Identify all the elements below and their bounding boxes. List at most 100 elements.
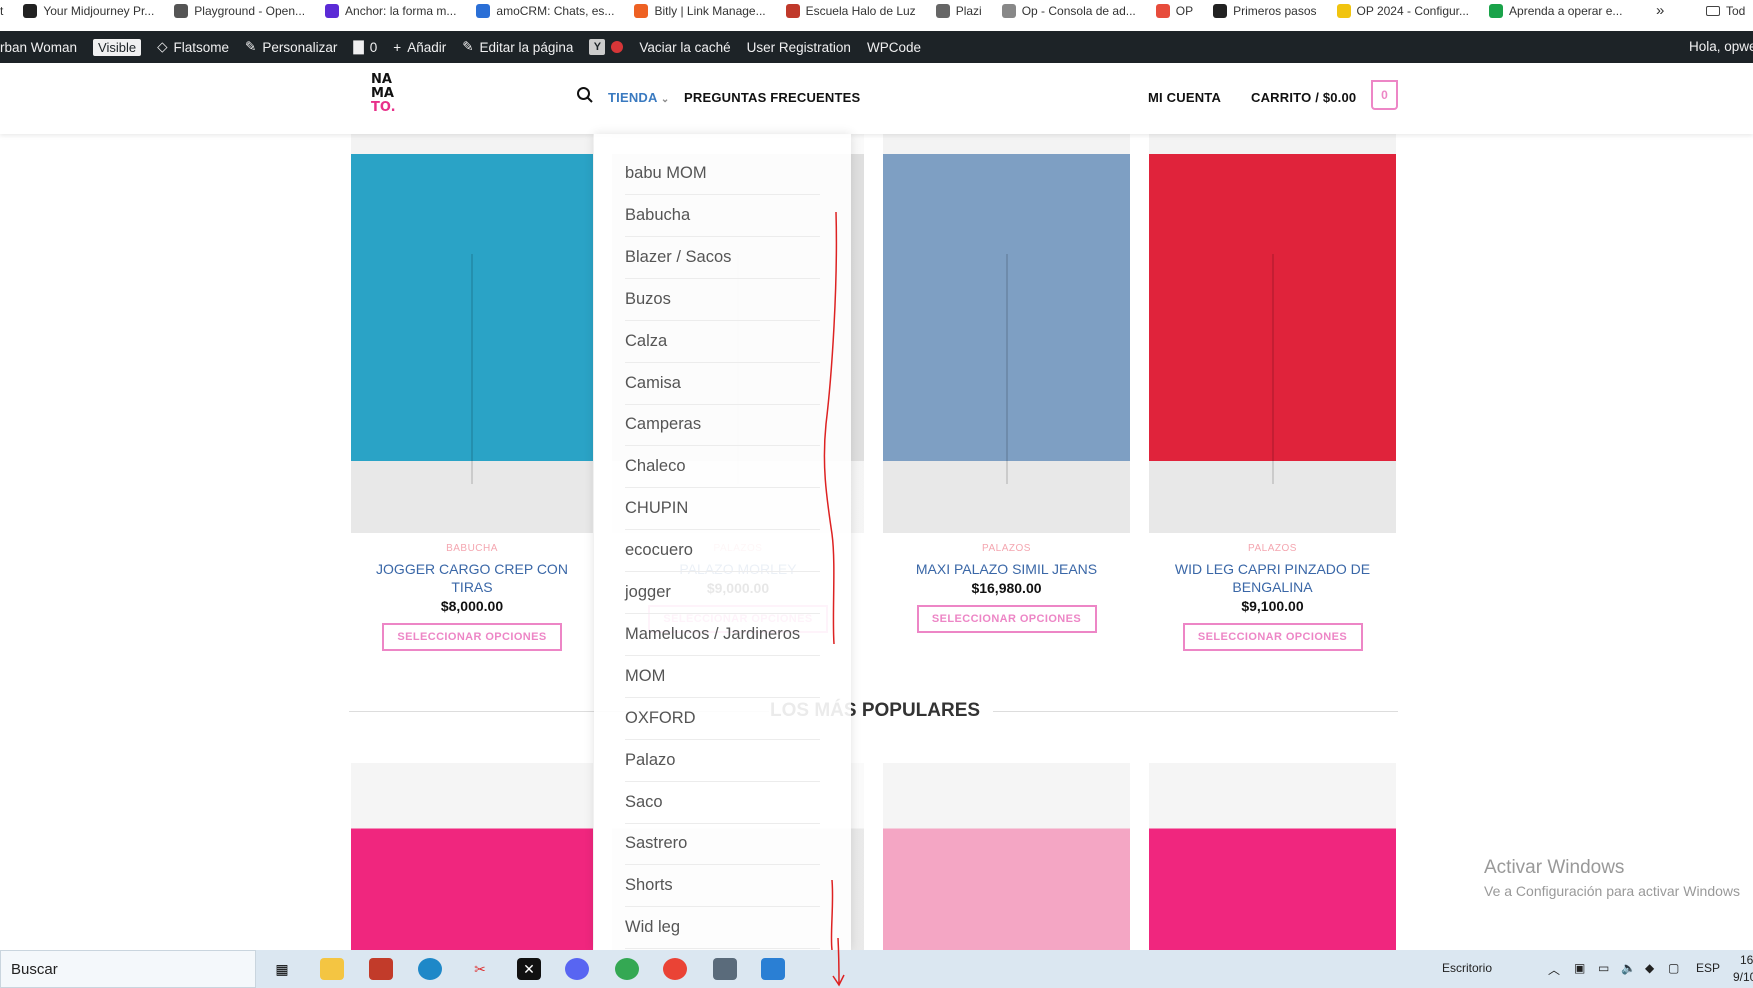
store-app-icon[interactable] [369,958,393,980]
popular-product-image[interactable] [351,763,593,950]
desktop-label[interactable]: Escritorio [1442,961,1492,975]
tray-chevron-icon[interactable]: ︿ [1548,961,1560,978]
task-view-icon[interactable]: ▦ [270,958,294,980]
bookmarks-overflow-icon[interactable]: » [1656,2,1664,19]
dropdown-category-item[interactable]: OXFORD [625,698,820,740]
bookmark-item[interactable]: OP [1155,4,1193,18]
admin-site-name[interactable]: rban Woman [0,40,77,55]
bookmark-favicon-icon [634,4,649,18]
product-title-line: WID LEG CAPRI PINZADO DE [1174,561,1371,577]
brush-icon: ✎ [245,39,257,54]
dropdown-category-item[interactable]: Babucha [625,195,820,237]
product-title[interactable]: MAXI PALAZO SIMIL JEANS [883,560,1130,578]
bookmark-item[interactable]: Plazi [935,4,982,18]
select-options-button[interactable]: SELECCIONAR OPCIONES [382,623,562,651]
dropdown-category-item[interactable]: Chaleco [625,446,820,489]
product-category[interactable]: PALAZOS [883,543,1130,554]
edit-page-menu[interactable]: ✎ Editar la página [462,39,573,55]
comments-menu[interactable]: ▇ 0 [353,39,377,55]
photos-icon[interactable] [761,958,785,980]
yoast-menu[interactable]: Y [589,39,624,55]
bookmark-item[interactable]: Op - Consola de ad... [1001,4,1136,18]
language-indicator[interactable]: ESP [1696,961,1720,975]
taskbar-search[interactable]: Buscar [0,950,256,988]
clock-date[interactable]: 9/10 [1733,970,1753,984]
snipping-tool-icon[interactable]: ✂ [468,958,492,980]
dropdown-category-item[interactable]: Camperas [625,404,820,447]
site-logo[interactable]: NA MA TO. [371,73,396,115]
cart-icon[interactable]: 0 [1371,80,1398,110]
network-icon[interactable]: ▣ [1574,961,1585,975]
dropdown-category-item[interactable]: jogger [625,572,820,614]
dropdown-category-item[interactable]: Wid leg [625,907,820,950]
dropdown-category-item[interactable]: Shorts [625,865,820,908]
dropdown-category-item[interactable]: babu MOM [625,153,820,195]
file-explorer-icon[interactable] [320,958,344,980]
edge-icon[interactable] [418,958,442,980]
flatsome-menu[interactable]: ◇ Flatsome [157,39,229,55]
product-category[interactable]: BABUCHA [351,543,593,554]
wpcode-label: WPCode [866,39,921,55]
clock-time[interactable]: 16 [1740,953,1753,967]
select-options-button[interactable]: SELECCIONAR OPCIONES [1182,623,1363,651]
bookmark-item[interactable]: Primeros pasos [1213,4,1317,18]
product-title[interactable]: WID LEG CAPRI PINZADO DE BENGALINA [1149,560,1396,596]
bookmark-item[interactable]: amoCRM: Chats, es... [476,4,614,18]
display-icon[interactable]: ▢ [1668,961,1679,975]
admin-greeting[interactable]: Hola, opwe [1689,39,1753,54]
nav-faq[interactable]: PREGUNTAS FRECUENTES [684,90,860,105]
bookmark-item[interactable]: Bitly | Link Manage... [634,4,766,18]
personalizar-menu[interactable]: ✎ Personalizar [245,39,337,55]
greeting-label: Hola, opwe [1689,39,1753,54]
bookmark-item[interactable]: Anchor: la forma m... [325,4,456,18]
popular-product-image[interactable] [883,763,1130,950]
battery-icon[interactable]: ▭ [1598,961,1609,975]
chrome-profile-icon[interactable] [663,958,687,980]
bookmark-label: Escuela Halo de Luz [805,4,916,18]
product-image[interactable] [351,134,593,533]
dropdown-category-item[interactable]: Camisa [625,363,820,405]
nav-tienda[interactable]: TIENDA ⌄ [608,90,670,105]
capcut-icon[interactable]: ✕ [517,958,541,980]
dropdown-category-item[interactable]: MOM [625,656,820,698]
dropdown-category-item[interactable]: Buzos [625,279,820,321]
dropdown-category-item[interactable]: Saco [625,782,820,824]
clear-cache-menu[interactable]: Vaciar la caché [639,40,730,55]
dropdown-category-item[interactable]: Blazer / Sacos [625,237,820,279]
product-image[interactable] [1149,134,1396,533]
bookmark-item[interactable]: Aprenda a operar e... [1489,4,1622,18]
comments-count: 0 [369,39,378,55]
personalizar-label: Personalizar [262,39,338,55]
popular-product-image[interactable] [1149,763,1396,950]
search-icon[interactable] [576,86,594,107]
product-image[interactable] [883,134,1130,533]
volume-icon[interactable]: 🔈 [1621,961,1636,975]
calculator-icon[interactable] [713,958,737,980]
wpcode-menu[interactable]: WPCode [867,40,921,55]
bookmark-item[interactable]: Your Midjourney Pr... [23,4,154,18]
bookmark-item[interactable]: Playground - Open... [174,4,305,18]
user-registration-menu[interactable]: User Registration [747,40,851,55]
dropdown-category-item[interactable]: Sastrero [625,823,820,866]
bookmark-item[interactable]: t [0,4,3,18]
select-options-button[interactable]: SELECCIONAR OPCIONES [916,605,1097,633]
chrome-icon[interactable] [615,958,639,980]
product-title[interactable]: JOGGER CARGO CREP CON TIRAS [351,560,593,596]
bookmark-item[interactable]: Escuela Halo de Luz [785,4,916,18]
visible-badge[interactable]: Visible [93,38,142,56]
bookmarks-folder[interactable]: Tod [1706,4,1745,18]
dropdown-category-item[interactable]: Palazo [625,740,820,782]
product-category[interactable]: PALAZOS [1149,543,1396,554]
visible-badge-label: Visible [93,38,142,56]
add-new-menu[interactable]: + Añadir [393,40,446,55]
dropdown-category-item[interactable]: ecocuero [625,530,820,573]
dropbox-icon[interactable]: ◆ [1645,961,1654,975]
nav-account[interactable]: MI CUENTA [1148,90,1221,105]
nav-cart[interactable]: CARRITO / $0.00 [1251,90,1356,105]
dropdown-category-item[interactable]: Calza [625,321,820,363]
bookmark-item[interactable]: OP 2024 - Configur... [1336,4,1469,18]
discord-icon[interactable] [565,958,589,980]
dropdown-category-item[interactable]: Mamelucos / Jardineros [625,614,820,656]
dropdown-category-item[interactable]: CHUPIN [625,488,820,531]
bookmark-label: Anchor: la forma m... [345,4,457,18]
